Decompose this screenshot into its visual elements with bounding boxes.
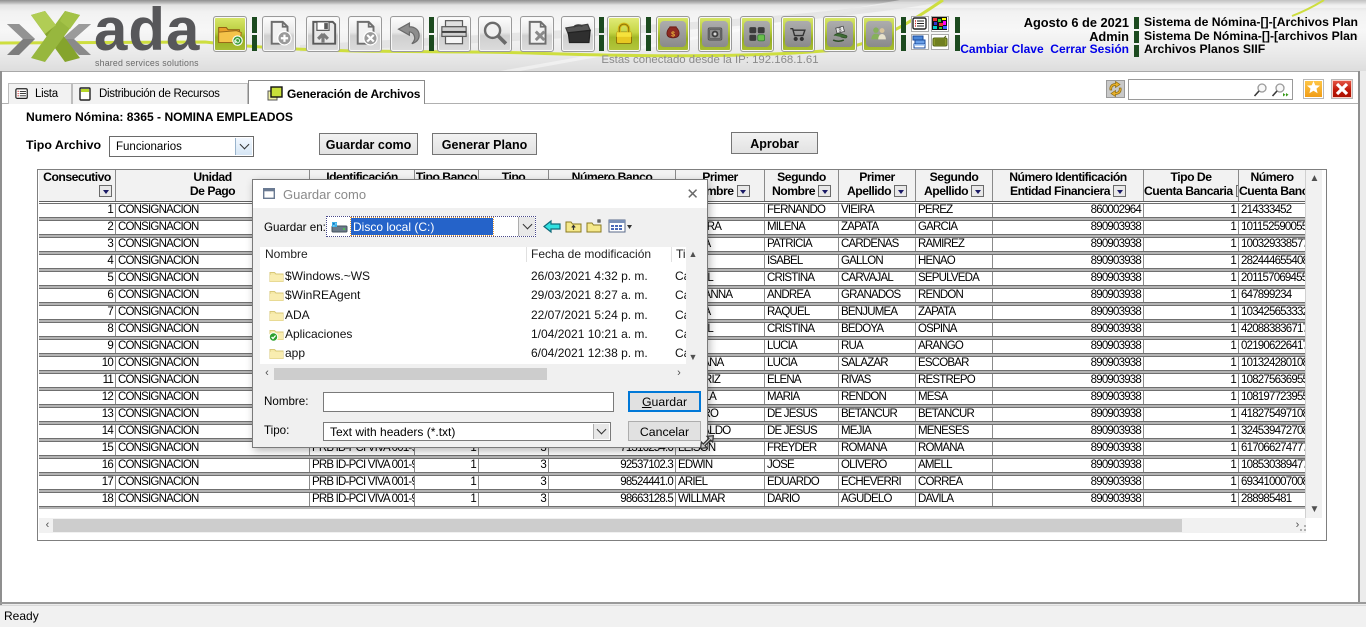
svg-text:$: $	[839, 28, 842, 34]
svg-text:$: $	[671, 31, 675, 38]
